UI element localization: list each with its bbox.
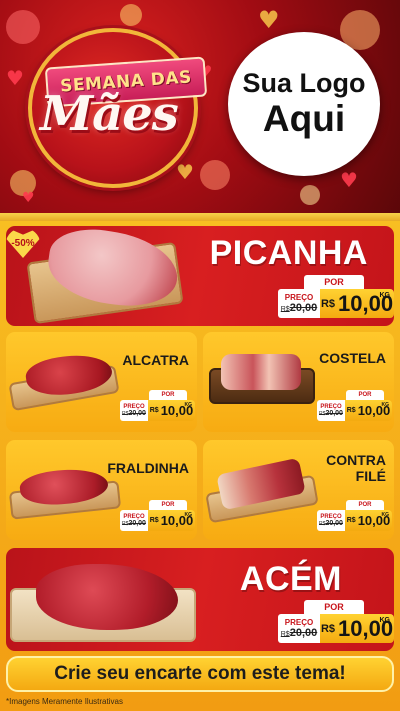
product-name: ACÉM xyxy=(239,560,342,598)
product-name-line1: CONTRA xyxy=(326,452,386,468)
price-tag: PREÇO R$20,00 R$ 10,00 KG xyxy=(278,289,394,318)
heart-icon: ♥ xyxy=(258,6,280,34)
product-name: COSTELA xyxy=(319,350,386,366)
old-currency: R$ xyxy=(280,306,290,313)
product-name: CONTRA FILÉ xyxy=(296,452,386,484)
old-price: 20,00 xyxy=(325,520,343,527)
preco-label: PREÇO xyxy=(284,618,314,627)
product-card-alcatra[interactable]: ALCATRA POR PREÇO R$20,00 R$ 10,00 KG xyxy=(6,332,197,432)
product-card-acem[interactable]: ACÉM POR PREÇO R$20,00 R$ 10,00 KG xyxy=(6,548,394,651)
bokeh-light xyxy=(6,10,40,44)
price-tag: PREÇO R$20,00 R$ 10,00 KG xyxy=(278,614,394,643)
currency: R$ xyxy=(320,297,335,310)
bokeh-light xyxy=(300,185,320,205)
heart-icon: ♥ xyxy=(22,190,35,206)
unit: KG xyxy=(184,402,193,408)
product-card-fraldinha[interactable]: FRALDINHA POR PREÇO R$20,00 R$ 10,00 KG xyxy=(6,440,197,540)
por-label: POR xyxy=(149,500,187,510)
price-tag: PREÇO R$20,00 R$ 10,00 KG xyxy=(120,400,195,421)
old-price: 20,00 xyxy=(325,410,343,417)
price-tag: PREÇO R$20,00 R$ 10,00 KG xyxy=(317,510,392,531)
unit: KG xyxy=(381,512,390,518)
por-label: POR xyxy=(149,390,187,400)
por-label: POR xyxy=(304,275,364,289)
currency: R$ xyxy=(320,622,335,635)
product-card-picanha[interactable]: PICANHA POR PREÇO R$20,00 R$ 10,00 KG xyxy=(6,226,394,326)
product-name: PICANHA xyxy=(209,234,368,272)
meat-image xyxy=(36,564,178,630)
logo-text-line1: Sua Logo xyxy=(242,67,366,98)
unit: KG xyxy=(379,617,391,624)
por-label: POR xyxy=(346,500,384,510)
meat-image xyxy=(221,354,301,390)
product-name: FRALDINHA xyxy=(107,460,189,476)
bokeh-light xyxy=(120,4,142,26)
logo-placeholder[interactable]: Sua Logo Aqui xyxy=(228,32,380,176)
old-price: 20,00 xyxy=(289,302,318,314)
cta-banner[interactable]: Crie seu encarte com este tema! xyxy=(6,656,394,692)
old-price: 20,00 xyxy=(128,410,146,417)
currency: R$ xyxy=(149,517,159,524)
currency: R$ xyxy=(346,517,356,524)
heart-icon: ♥ xyxy=(340,168,358,192)
product-card-costela[interactable]: COSTELA POR PREÇO R$20,00 R$ 10,00 KG xyxy=(203,332,394,432)
unit: KG xyxy=(184,512,193,518)
old-price: 20,00 xyxy=(128,520,146,527)
unit: KG xyxy=(381,402,390,408)
currency: R$ xyxy=(346,407,356,414)
currency: R$ xyxy=(149,407,159,414)
logo-text-line2: Aqui xyxy=(262,97,346,139)
badge-subtitle: Mães xyxy=(40,86,179,142)
heart-icon: ♥ xyxy=(6,66,24,90)
unit: KG xyxy=(379,292,391,299)
bokeh-light xyxy=(200,160,230,190)
product-card-contra-file[interactable]: CONTRA FILÉ POR PREÇO R$20,00 R$ 10,00 K… xyxy=(203,440,394,540)
disclaimer-footnote: *Imagens Meramente Ilustrativas xyxy=(6,697,123,706)
por-label: POR xyxy=(304,600,364,614)
header-banner: ♥ ♥ ♥ ♥ ♥ ♥ ♥ SEMANA DAS Mães Sua Logo A… xyxy=(0,0,400,215)
product-name-line2: FILÉ xyxy=(355,468,386,485)
old-price: 20,00 xyxy=(289,627,318,639)
heart-icon: ♥ xyxy=(176,160,194,184)
preco-label: PREÇO xyxy=(284,293,314,302)
por-label: POR xyxy=(346,390,384,400)
old-currency: R$ xyxy=(280,631,290,638)
product-name: ALCATRA xyxy=(122,352,189,368)
price-tag: PREÇO R$20,00 R$ 10,00 KG xyxy=(317,400,392,421)
price-tag: PREÇO R$20,00 R$ 10,00 KG xyxy=(120,510,195,531)
